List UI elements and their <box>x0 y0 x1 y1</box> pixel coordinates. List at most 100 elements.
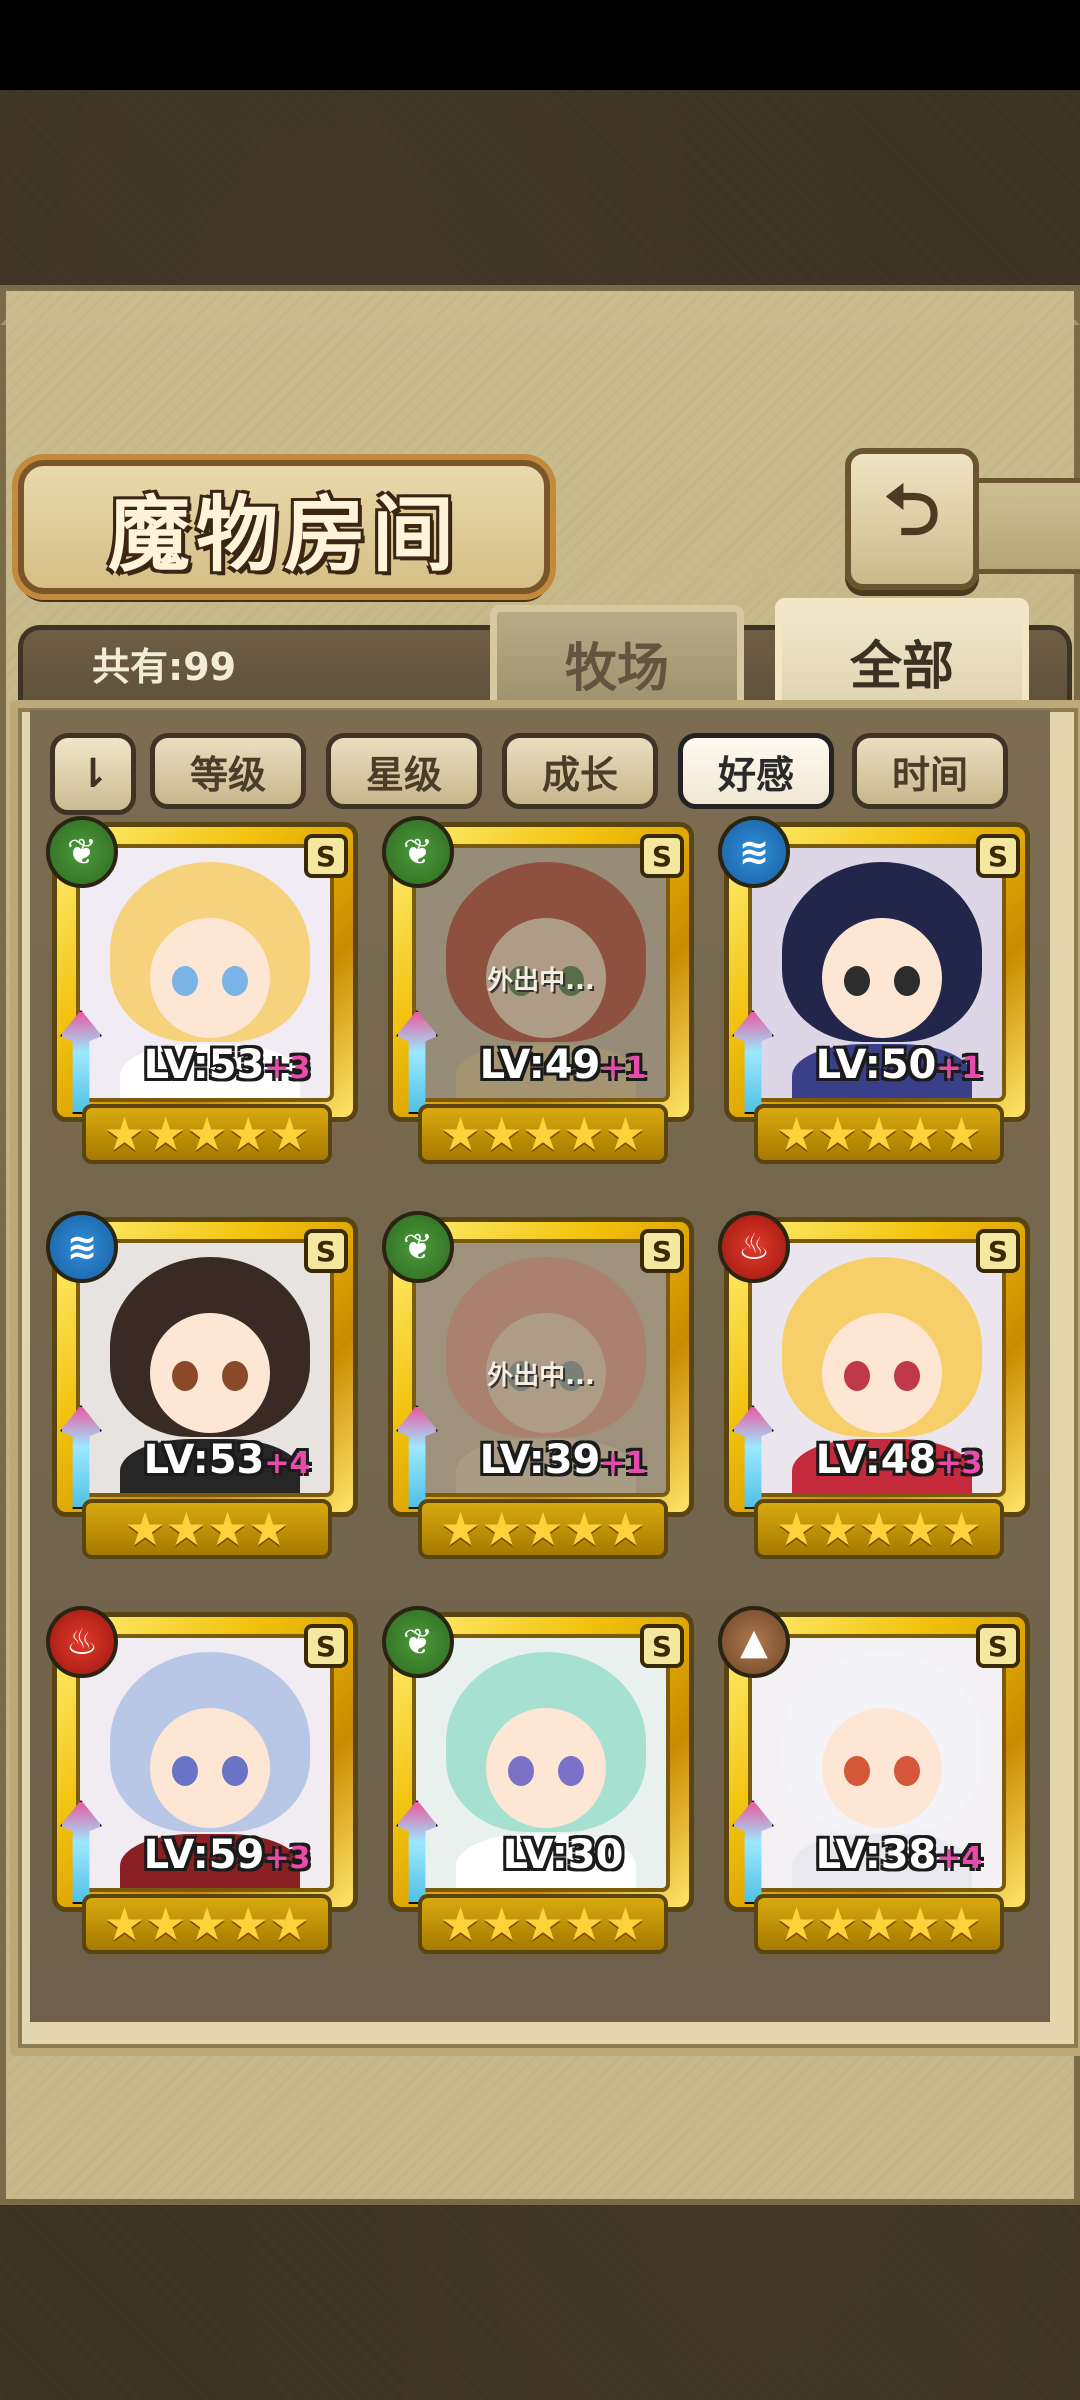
portrait-eye-right <box>558 1756 584 1786</box>
leaf-element-icon: ❦ <box>382 1606 454 1678</box>
monster-count: 共有:99 <box>92 645 237 689</box>
monster-level: LV:38+4 <box>774 1832 1024 1878</box>
portrait-eye-right <box>894 966 920 996</box>
rank-badge: S <box>976 1624 1020 1668</box>
portrait-eye-right <box>222 1361 248 1391</box>
sort-order-icon: ⇂ <box>76 751 110 797</box>
portrait-eye-right <box>222 1756 248 1786</box>
rank-badge: S <box>304 1229 348 1273</box>
sort-order-toggle[interactable]: ⇂ <box>50 733 136 815</box>
level-plus: +1 <box>600 1051 647 1086</box>
monster-level: LV:39+1 <box>438 1437 688 1483</box>
star-rating: ★★★★★ <box>82 1104 332 1164</box>
portrait-face <box>822 1708 942 1828</box>
monster-card[interactable]: ▲ S LV:38+4 ★★★★★ <box>718 1606 1030 1972</box>
star-rating: ★★★★★ <box>418 1894 668 1954</box>
water-element-icon: ≋ <box>46 1211 118 1283</box>
level-value: LV:50 <box>815 1042 937 1088</box>
level-value: LV:53 <box>143 1042 265 1088</box>
monster-level: LV:30 <box>438 1832 688 1878</box>
star-rating: ★★★★★ <box>418 1104 668 1164</box>
level-plus: +4 <box>264 1446 311 1481</box>
rank-badge: S <box>976 834 1020 878</box>
rank-badge: S <box>304 1624 348 1668</box>
back-arrow-icon: ⮌ <box>883 468 941 551</box>
level-plus: +4 <box>936 1841 983 1876</box>
level-value: LV:39 <box>479 1437 601 1483</box>
page-title: 魔物房间 <box>107 486 460 583</box>
portrait-eye-left <box>844 966 870 996</box>
fire-element-icon: ♨ <box>46 1606 118 1678</box>
star-rating: ★★★★ <box>82 1499 332 1559</box>
portrait-face <box>486 1708 606 1828</box>
level-value: LV:49 <box>479 1042 601 1088</box>
status-bar <box>0 0 1080 90</box>
portrait-eye-right <box>222 966 248 996</box>
monster-level: LV:48+3 <box>774 1437 1024 1483</box>
monster-card[interactable]: ≋ S LV:50+1 ★★★★★ <box>718 816 1030 1182</box>
portrait-eye-right <box>894 1756 920 1786</box>
monster-level: LV:49+1 <box>438 1042 688 1088</box>
portrait-eye-left <box>844 1361 870 1391</box>
monster-card[interactable]: 外出中... ❦ S LV:39+1 ★★★★★ <box>382 1211 694 1577</box>
filter-time[interactable]: 时间 <box>852 733 1008 809</box>
fire-element-icon: ♨ <box>718 1211 790 1283</box>
monster-card[interactable]: ♨ S LV:48+3 ★★★★★ <box>718 1211 1030 1577</box>
filter-level[interactable]: 等级 <box>150 733 306 809</box>
star-rating: ★★★★★ <box>754 1499 1004 1559</box>
level-value: LV:53 <box>143 1437 265 1483</box>
top-map-band <box>0 90 1080 285</box>
level-plus: +1 <box>936 1051 983 1086</box>
portrait-face <box>150 1708 270 1828</box>
star-rating: ★★★★★ <box>754 1894 1004 1954</box>
portrait-face <box>822 918 942 1038</box>
portrait-eye-left <box>172 1756 198 1786</box>
monster-card[interactable]: ≋ S LV:53+4 ★★★★ <box>46 1211 358 1577</box>
rank-badge: S <box>640 1229 684 1273</box>
rank-badge: S <box>640 834 684 878</box>
filter-affection[interactable]: 好感 <box>678 733 834 809</box>
portrait-eye-left <box>508 1756 534 1786</box>
star-rating: ★★★★★ <box>418 1499 668 1559</box>
leaf-element-icon: ❦ <box>382 816 454 888</box>
monster-level: LV:50+1 <box>774 1042 1024 1088</box>
filter-growth[interactable]: 成长 <box>502 733 658 809</box>
star-rating: ★★★★★ <box>82 1894 332 1954</box>
leaf-element-icon: ❦ <box>46 816 118 888</box>
level-value: LV:59 <box>143 1832 265 1878</box>
water-element-icon: ≋ <box>718 816 790 888</box>
monster-card[interactable]: ❦ S LV:30 ★★★★★ <box>382 1606 694 1972</box>
level-value: LV:30 <box>502 1832 624 1878</box>
back-button-strip <box>967 478 1080 574</box>
monster-level: LV:53+3 <box>102 1042 352 1088</box>
panel-edge-top <box>0 285 1080 325</box>
monster-level: LV:53+4 <box>102 1437 352 1483</box>
level-value: LV:48 <box>815 1437 937 1483</box>
level-plus: +3 <box>936 1446 983 1481</box>
title-plate: 魔物房间 <box>18 460 550 594</box>
level-plus: +3 <box>264 1841 311 1876</box>
level-value: LV:38 <box>815 1832 937 1878</box>
monster-level: LV:59+3 <box>102 1832 352 1878</box>
tab-pasture[interactable]: 牧场 <box>490 605 744 714</box>
portrait-eye-left <box>844 1756 870 1786</box>
filter-star[interactable]: 星级 <box>326 733 482 809</box>
rank-badge: S <box>640 1624 684 1668</box>
away-status: 外出中... <box>487 966 595 996</box>
monster-card[interactable]: ♨ S LV:59+3 ★★★★★ <box>46 1606 358 1972</box>
leaf-element-icon: ❦ <box>382 1211 454 1283</box>
monster-card[interactable]: 外出中... ❦ S LV:49+1 ★★★★★ <box>382 816 694 1182</box>
monster-card[interactable]: ❦ S LV:53+3 ★★★★★ <box>46 816 358 1182</box>
away-status: 外出中... <box>487 1361 595 1391</box>
portrait-face <box>150 1313 270 1433</box>
level-plus: +1 <box>600 1446 647 1481</box>
rank-badge: S <box>976 1229 1020 1273</box>
portrait-face <box>150 918 270 1038</box>
portrait-eye-right <box>894 1361 920 1391</box>
rank-badge: S <box>304 834 348 878</box>
portrait-eye-left <box>172 966 198 996</box>
level-plus: +3 <box>264 1051 311 1086</box>
portrait-eye-left <box>172 1361 198 1391</box>
back-button[interactable]: ⮌ <box>845 448 979 590</box>
portrait-face <box>822 1313 942 1433</box>
